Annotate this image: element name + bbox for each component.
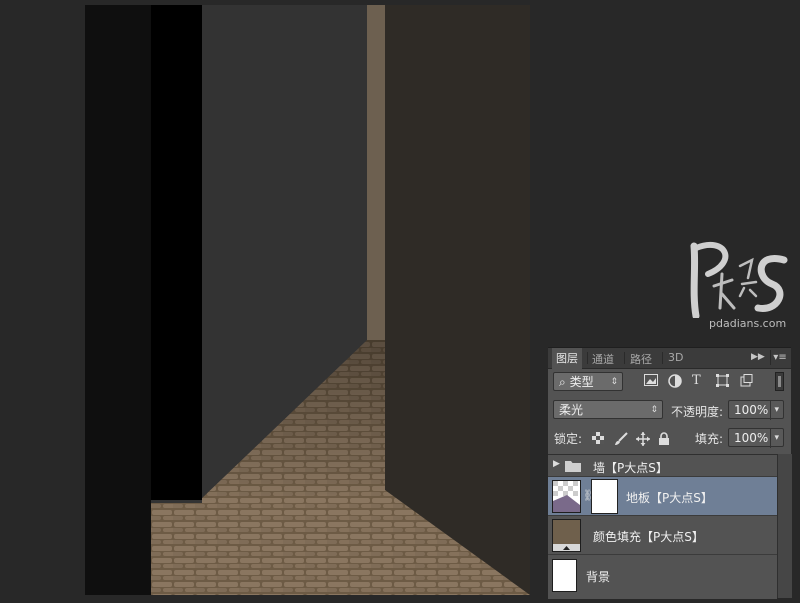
- filter-kind-select[interactable]: ⌕ 类型 ⇕: [553, 372, 623, 391]
- color-fill-thumbnail: [552, 519, 581, 552]
- layers-list: ▶ 墙【P大点S】 ⛓ 地板【P大点S】 颜色填充【P大点S】 背景: [548, 454, 777, 599]
- lock-image-pixels-brush-icon[interactable]: [614, 432, 628, 446]
- layer-mask-thumbnail[interactable]: [591, 479, 618, 514]
- chevron-down-icon[interactable]: ▾: [770, 401, 779, 420]
- lock-position-move-icon[interactable]: [636, 432, 650, 446]
- blend-mode-value: 柔光: [559, 403, 584, 417]
- adjustment-filter-icon[interactable]: [668, 374, 684, 388]
- filter-toggle-switch[interactable]: [775, 372, 784, 391]
- black-wall-edge: [151, 5, 202, 500]
- tab-layers[interactable]: 图层: [552, 348, 582, 369]
- filter-kind-value: 类型: [569, 375, 594, 389]
- smart-object-filter-icon[interactable]: [740, 374, 756, 388]
- left-shadow-band: [85, 5, 151, 595]
- search-icon: ⌕: [559, 375, 566, 389]
- image-filter-icon[interactable]: [644, 374, 660, 388]
- fill-value: 100%: [734, 431, 769, 445]
- fill-label: 填充:: [695, 432, 724, 446]
- opacity-field[interactable]: 100% ▾: [728, 400, 784, 420]
- layer-name: 墙【P大点S】: [593, 461, 668, 475]
- layer-name: 地板【P大点S】: [626, 491, 713, 505]
- layer-row-floor[interactable]: ⛓ 地板【P大点S】: [548, 477, 777, 516]
- panel-menu-icon[interactable]: ▾≡: [770, 350, 789, 365]
- tab-paths[interactable]: 路径: [630, 351, 652, 367]
- expand-triangle-icon[interactable]: ▶: [553, 459, 560, 469]
- fill-field[interactable]: 100% ▾: [728, 428, 784, 448]
- layer-row-color-fill[interactable]: 颜色填充【P大点S】: [548, 516, 777, 555]
- folder-icon: [565, 460, 581, 475]
- opacity-value: 100%: [734, 403, 769, 417]
- tab-channels[interactable]: 通道: [592, 351, 614, 367]
- tab-3d[interactable]: 3D: [668, 351, 683, 364]
- opacity-label: 不透明度:: [671, 405, 724, 419]
- type-filter-icon[interactable]: T: [692, 373, 708, 388]
- layer-name: 颜色填充【P大点S】: [593, 530, 704, 544]
- document-canvas[interactable]: [85, 5, 530, 595]
- panel-tab-bar: 图层 通道 路径 3D ▶▶ ▾≡: [548, 348, 791, 369]
- layer-row-background[interactable]: 背景: [548, 555, 777, 599]
- layers-panel: 图层 通道 路径 3D ▶▶ ▾≡ ⌕ 类型 ⇕ T 柔光 ⇕ 不透明度: 10…: [548, 347, 792, 599]
- blend-mode-select[interactable]: 柔光 ⇕: [553, 400, 663, 419]
- corridor-artwork: [85, 5, 530, 595]
- collapse-arrows-icon[interactable]: ▶▶: [751, 352, 765, 362]
- layer-thumbnail: [552, 480, 581, 513]
- chevron-down-icon[interactable]: ▾: [770, 429, 779, 448]
- layer-row-group[interactable]: ▶ 墙【P大点S】: [548, 455, 777, 477]
- lock-label: 锁定:: [554, 432, 583, 446]
- lock-all-padlock-icon[interactable]: [658, 432, 672, 446]
- far-strip: [367, 5, 385, 340]
- watermark-url: pdadians.com: [709, 317, 787, 330]
- stepper-icon: ⇕: [610, 377, 618, 387]
- layer-name: 背景: [586, 570, 611, 584]
- stepper-icon: ⇕: [650, 405, 658, 415]
- layers-scrollbar[interactable]: [777, 454, 792, 598]
- background-thumbnail: [552, 559, 577, 592]
- lock-transparent-pixels-icon[interactable]: [592, 432, 606, 446]
- shape-filter-icon[interactable]: [716, 374, 732, 388]
